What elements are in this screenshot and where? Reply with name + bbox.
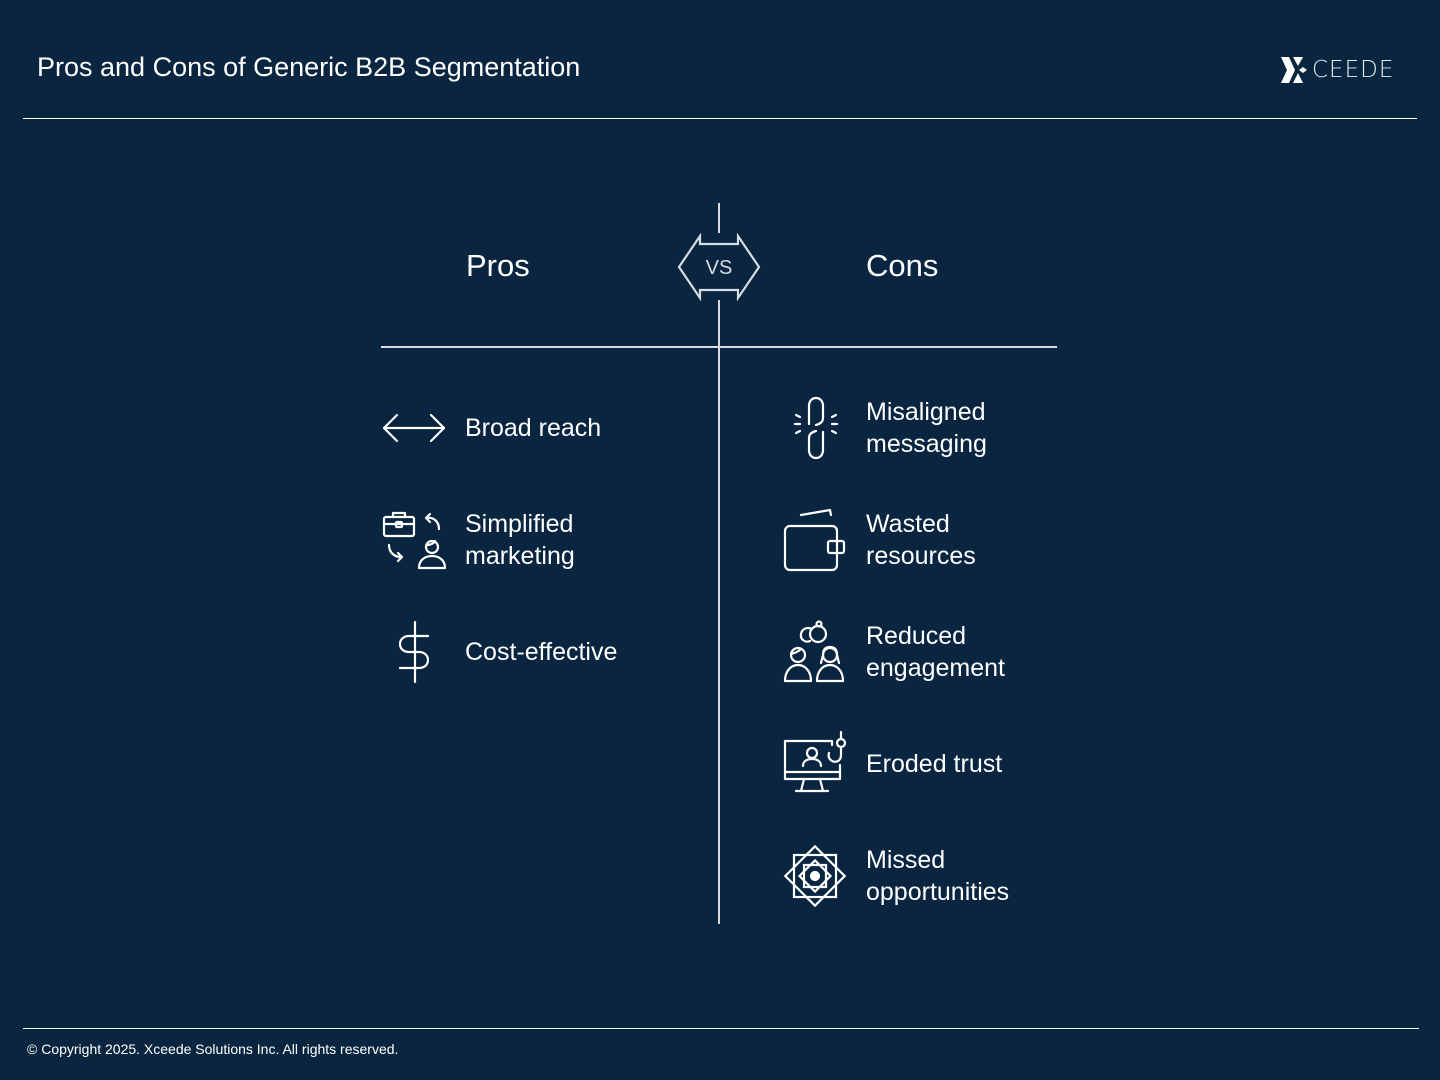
broken-chain-link-icon: [782, 395, 848, 461]
vs-label: VS: [706, 257, 733, 279]
horizontal-divider: [381, 346, 1057, 348]
pros-item-cost-effective: Cost-effective: [381, 619, 617, 685]
item-label: Reduced engagement: [866, 622, 1006, 682]
vs-double-arrow-icon: VS: [677, 232, 761, 302]
geometric-star-icon: [782, 843, 848, 909]
pros-heading: Pros: [466, 248, 530, 283]
cons-item-wasted-resources: Wasted resources: [782, 507, 976, 573]
copyright-notice: © Copyright 2025. Xceede Solutions Inc. …: [27, 1041, 399, 1057]
dollar-sign-icon: [381, 619, 447, 685]
item-label: Wasted resources: [866, 510, 976, 570]
cons-item-missed-opportunities: Missed opportunities: [782, 843, 1009, 909]
xceede-logo: CEEDE: [1281, 56, 1394, 84]
item-label: Cost-effective: [465, 638, 618, 666]
cons-item-misaligned-messaging: Misaligned messaging: [782, 395, 987, 461]
item-label: Eroded trust: [866, 750, 1003, 778]
double-arrow-icon: [381, 395, 447, 461]
vertical-divider: [718, 300, 720, 924]
pros-item-simplified-marketing: Simplified marketing: [381, 507, 575, 573]
people-rings-icon: [782, 619, 848, 685]
cons-heading: Cons: [866, 248, 939, 283]
vertical-divider-top: [718, 203, 720, 233]
xceede-x-mark-icon: [1281, 57, 1307, 83]
briefcase-exchange-person-icon: [381, 507, 447, 573]
item-label: Broad reach: [465, 414, 602, 442]
item-label: Missed opportunities: [866, 846, 1010, 906]
logo-wordmark: CEEDE: [1312, 57, 1395, 83]
monitor-fishing-hook-icon: [782, 731, 848, 797]
page-title: Pros and Cons of Generic B2B Segmentatio…: [37, 52, 581, 82]
footer-divider: [23, 1028, 1419, 1029]
cons-item-reduced-engagement: Reduced engagement: [782, 619, 1005, 685]
item-label: Simplified marketing: [465, 510, 575, 570]
cons-item-eroded-trust: Eroded trust: [782, 731, 1002, 797]
vs-badge: VS: [676, 232, 762, 306]
item-label: Misaligned messaging: [866, 398, 987, 458]
header-divider: [23, 118, 1417, 119]
pros-item-broad-reach: Broad reach: [381, 395, 601, 461]
wallet-icon: [782, 507, 848, 573]
